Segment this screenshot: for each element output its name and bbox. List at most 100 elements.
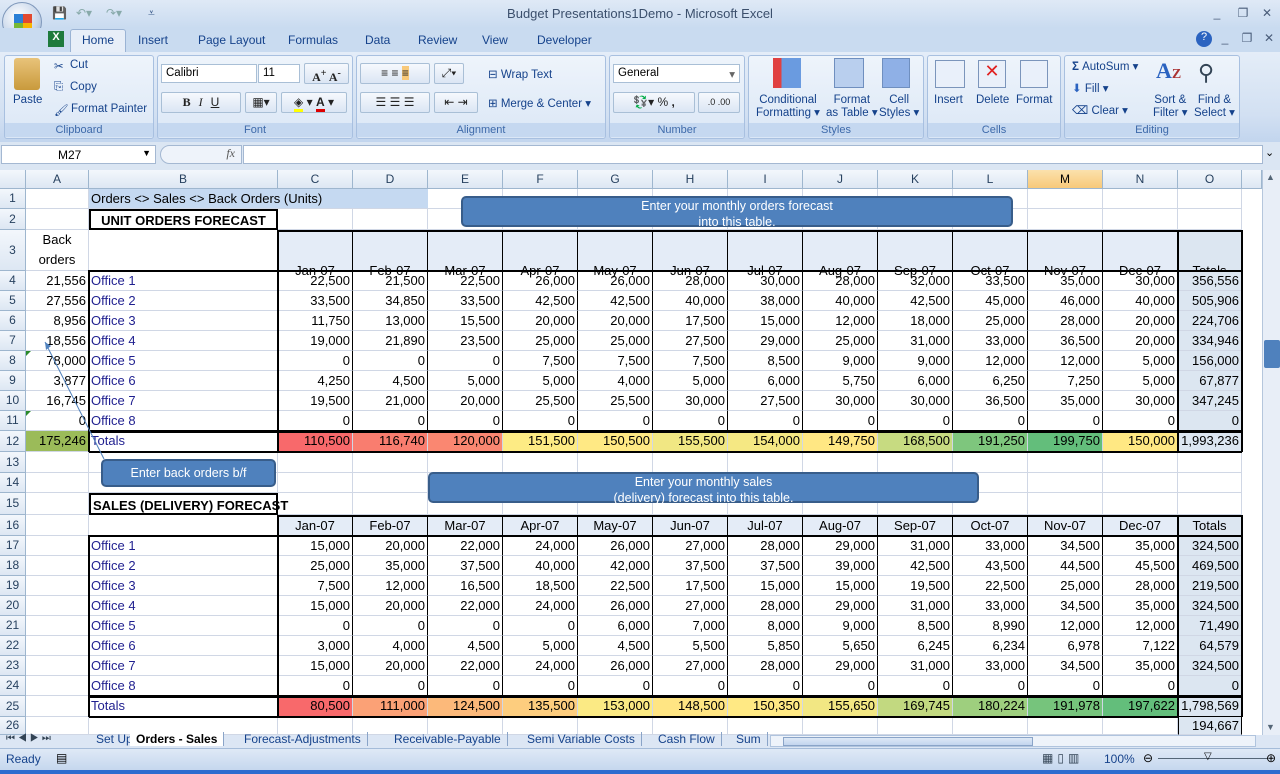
cut-button[interactable]: Cut [70, 59, 88, 71]
conditional-formatting-icon [773, 58, 801, 88]
minimize-button[interactable]: _ [1208, 6, 1226, 20]
excel-icon: X [48, 31, 64, 47]
tab-page-layout[interactable]: Page Layout [198, 33, 265, 47]
scroll-down-icon[interactable]: ▼ [1266, 722, 1275, 732]
wrap-text-button[interactable]: ⊟ Wrap Text [488, 67, 552, 81]
indent-buttons[interactable]: ⇤ ⇥ [434, 92, 478, 113]
decimal-buttons[interactable]: .0 .00 [698, 92, 740, 113]
error-indicator-icon [26, 351, 31, 356]
sales-callout: Enter your monthly sales (delivery) fore… [428, 472, 979, 505]
tab-home[interactable]: Home [70, 29, 127, 52]
workbook-restore-button[interactable]: ❐ [1238, 31, 1256, 45]
bold-button[interactable]: B [183, 95, 191, 109]
horizontal-scrollbar[interactable] [770, 735, 1256, 747]
cell-styles-button[interactable]: Cell Styles ▾ [879, 94, 919, 120]
paste-button[interactable]: Paste [13, 94, 42, 106]
zoom-slider[interactable] [1158, 758, 1268, 759]
zoom-out-button[interactable]: ⊖ [1143, 751, 1153, 765]
tab-formulas[interactable]: Formulas [288, 33, 338, 47]
tab-insert[interactable]: Insert [138, 33, 168, 47]
undo-icon[interactable]: ↶▾ [76, 6, 92, 20]
orientation-button[interactable]: ⤢▾ [434, 63, 464, 84]
autosum-label: AutoSum [1082, 61, 1130, 73]
fill-color-icon[interactable]: ◈ [294, 95, 304, 112]
sheet-tab-cash-flow[interactable]: Cash Flow [652, 732, 722, 746]
format-button[interactable]: Format [1016, 94, 1052, 106]
font-name-select[interactable]: Calibri [161, 64, 257, 83]
sheet-tab-forecast-adjustments[interactable]: Forecast-Adjustments [238, 732, 368, 746]
zoom-in-button[interactable]: ⊕ [1266, 751, 1276, 765]
worksheet-grid[interactable]: A B C D E F G H I J K L M N O 1 2 3 4 5 6 7 8 9 10 11 12 13 14 15 16 17… [0, 170, 1262, 735]
delete-button[interactable]: Delete [976, 94, 1009, 106]
sheet-tab-orders-sales[interactable]: Orders - Sales [130, 732, 225, 746]
fill-button[interactable]: ⬇ Fill ▾ [1072, 81, 1109, 95]
restore-button[interactable]: ❐ [1234, 6, 1252, 20]
comma-button[interactable]: , [671, 95, 674, 109]
format-as-table-button[interactable]: Format as Table ▾ [826, 94, 878, 120]
conditional-formatting-button[interactable]: Conditional Formatting ▾ [756, 94, 820, 120]
insert-function-button[interactable]: fx [160, 145, 242, 164]
font-size-select[interactable]: 11 [258, 64, 300, 83]
callout-arrow [44, 341, 105, 460]
grow-shrink-font-buttons[interactable]: A+ A- [304, 63, 349, 84]
status-ready: Ready [6, 752, 41, 766]
zoom-level[interactable]: 100% [1104, 752, 1135, 766]
editing-label: Editing [1065, 123, 1239, 137]
sort-filter-button[interactable]: Sort & Filter ▾ [1153, 94, 1188, 120]
font-size-value: 11 [263, 67, 275, 79]
paste-icon[interactable] [14, 58, 40, 90]
number-format-value: General [618, 67, 659, 79]
tab-view[interactable]: View [482, 33, 508, 47]
clear-label: Clear [1091, 105, 1119, 117]
fat-label-2: as Table [826, 107, 869, 119]
italic-button[interactable]: I [199, 95, 203, 109]
horizontal-scroll-thumb[interactable] [783, 737, 1033, 746]
workbook-minimize-button[interactable]: _ [1216, 31, 1234, 45]
horizontal-align-buttons[interactable]: ☰ ☰ ☰ [360, 92, 430, 113]
view-buttons[interactable]: ▦▯▥ [1042, 751, 1083, 765]
cs-label-1: Cell [889, 94, 910, 106]
expand-formula-bar-icon[interactable]: ⌄ [1265, 146, 1274, 159]
error-indicator-icon [26, 411, 31, 416]
tab-developer[interactable]: Developer [537, 33, 592, 47]
sheet-tab-semi-variable-costs[interactable]: Semi Variable Costs [521, 732, 642, 746]
font-color-icon[interactable]: A [315, 95, 325, 112]
format-painter-button[interactable]: Format Painter [71, 103, 147, 115]
scroll-up-icon[interactable]: ▲ [1266, 172, 1275, 182]
binoculars-icon: ⚲ [1198, 60, 1215, 85]
status-bar [0, 748, 1280, 770]
percent-button[interactable]: % [657, 95, 668, 109]
sheet-tab-receivable-payable[interactable]: Receivable-Payable [388, 732, 508, 746]
vertical-scroll-thumb[interactable] [1264, 340, 1280, 368]
insert-button[interactable]: Insert [934, 94, 963, 106]
find-select-button[interactable]: Find & Select ▾ [1194, 94, 1235, 120]
vertical-align-buttons[interactable]: ≡ ≡ ≡ [360, 63, 430, 84]
borders-button[interactable]: ▦▾ [245, 92, 277, 113]
sheet-tab-sum[interactable]: Sum [730, 732, 768, 746]
zoom-slider-thumb[interactable]: ▽ [1204, 751, 1212, 762]
copy-button[interactable]: Copy [70, 81, 97, 93]
close-button[interactable]: ✕ [1258, 6, 1276, 20]
clear-button[interactable]: ⌫ Clear ▾ [1072, 103, 1128, 117]
workbook-close-button[interactable]: ✕ [1260, 31, 1278, 45]
cell-styles-icon [882, 58, 910, 88]
help-icon[interactable]: ? [1196, 31, 1212, 47]
accounting-icon[interactable]: 💱▾ [633, 95, 654, 109]
number-label: Number [610, 123, 744, 137]
tab-data[interactable]: Data [365, 33, 390, 47]
tab-review[interactable]: Review [418, 33, 457, 47]
sheet-nav-arrows[interactable]: ⏮◀▶⏭ [6, 733, 54, 744]
underline-button[interactable]: U [211, 95, 220, 109]
number-format-select[interactable]: General ▾ [613, 64, 740, 83]
name-box[interactable]: M27 ▼ [1, 145, 156, 164]
macro-record-icon[interactable]: ▤ [56, 751, 67, 765]
formula-input[interactable] [243, 145, 1263, 164]
customize-qat-icon[interactable]: ⩡ [148, 6, 155, 21]
autosum-button[interactable]: Σ AutoSum ▾ [1072, 59, 1138, 73]
vertical-scrollbar[interactable]: ▲ ▼ [1262, 170, 1280, 735]
merge-center-label: Merge & Center [500, 98, 583, 110]
save-icon[interactable]: 💾 [52, 6, 67, 20]
redo-icon[interactable]: ↷▾ [106, 6, 122, 20]
merge-center-button[interactable]: ⊞ Merge & Center ▾ [488, 96, 591, 110]
fill-font-color-buttons[interactable]: ◈ ▾ A ▾ [281, 92, 347, 113]
